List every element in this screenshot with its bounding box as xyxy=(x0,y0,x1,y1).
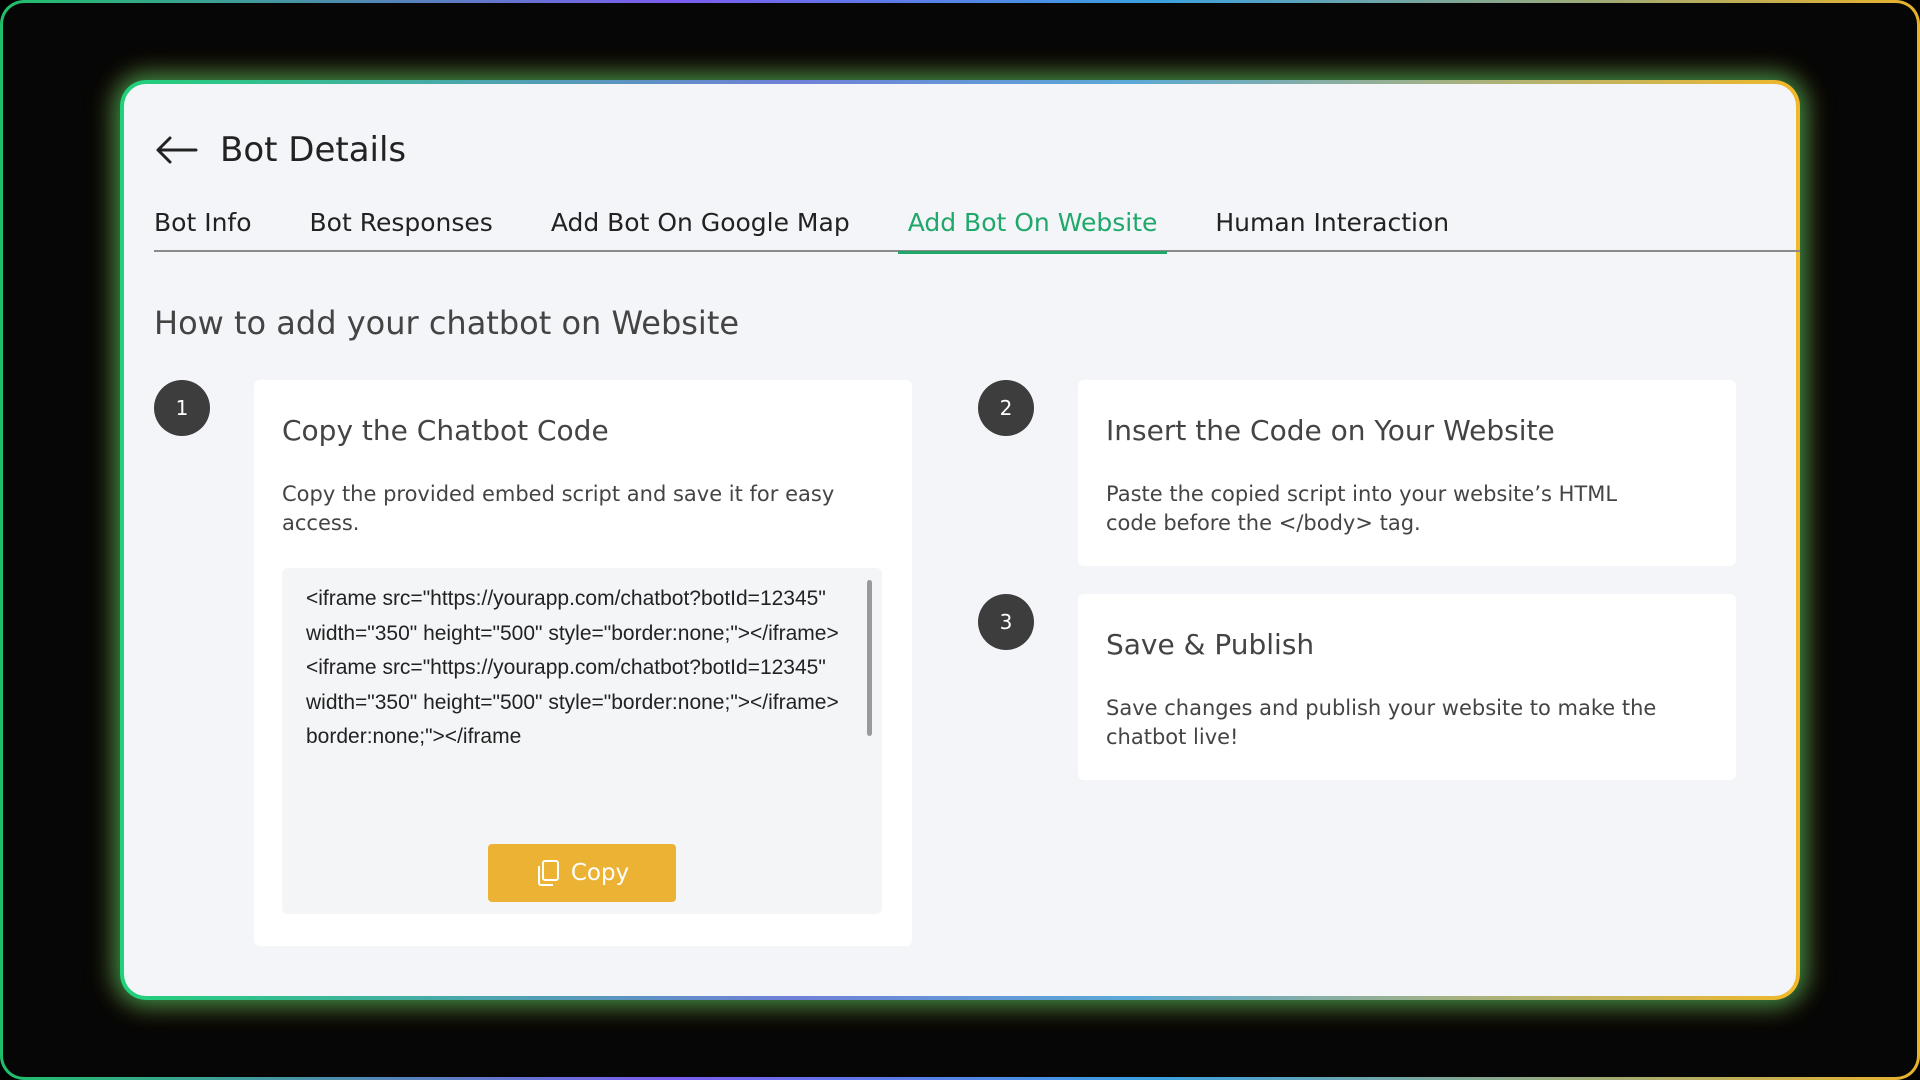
step-description: Save changes and publish your website to… xyxy=(1106,696,1657,749)
code-scrollbar[interactable] xyxy=(867,580,872,736)
tab-bar: Bot Info Bot Responses Add Bot On Google… xyxy=(154,202,1800,254)
step-title: Insert the Code on Your Website xyxy=(1106,414,1555,447)
bot-details-card: Bot Details Bot Info Bot Responses Add B… xyxy=(120,80,1800,1000)
step-card-copy-code: Copy the Chatbot Code Copy the provided … xyxy=(254,380,912,946)
step-description: Paste the copied script into your websit… xyxy=(1106,482,1618,535)
step-title: Copy the Chatbot Code xyxy=(282,414,609,447)
tab-bot-info[interactable]: Bot Info xyxy=(154,202,252,252)
code-box: <iframe src="https://yourapp.com/chatbot… xyxy=(282,568,882,914)
tab-add-bot-website[interactable]: Add Bot On Website xyxy=(897,202,1168,254)
copy-button[interactable]: Copy xyxy=(488,844,676,902)
step-title: Save & Publish xyxy=(1106,628,1315,661)
step-number-badge: 2 xyxy=(978,380,1034,436)
step-number-badge: 1 xyxy=(154,380,210,436)
page-title: Bot Details xyxy=(220,130,407,170)
step-number-badge: 3 xyxy=(978,594,1034,650)
section-title: How to add your chatbot on Website xyxy=(154,304,740,342)
step-card-save-publish: Save & Publish Save changes and publish … xyxy=(1078,594,1736,780)
copy-button-label: Copy xyxy=(570,860,630,886)
tab-add-bot-google-map[interactable]: Add Bot On Google Map xyxy=(551,202,850,252)
embed-code-text[interactable]: <iframe src="https://yourapp.com/chatbot… xyxy=(306,582,846,832)
step-description: Copy the provided embed script and save … xyxy=(282,482,835,535)
tab-human-interaction[interactable]: Human Interaction xyxy=(1215,202,1449,252)
page-header: Bot Details xyxy=(154,130,406,170)
arrow-left-icon[interactable] xyxy=(154,135,198,165)
tab-bot-responses[interactable]: Bot Responses xyxy=(310,202,493,252)
step-card-insert-code: Insert the Code on Your Website Paste th… xyxy=(1078,380,1736,566)
copy-icon xyxy=(537,860,559,886)
